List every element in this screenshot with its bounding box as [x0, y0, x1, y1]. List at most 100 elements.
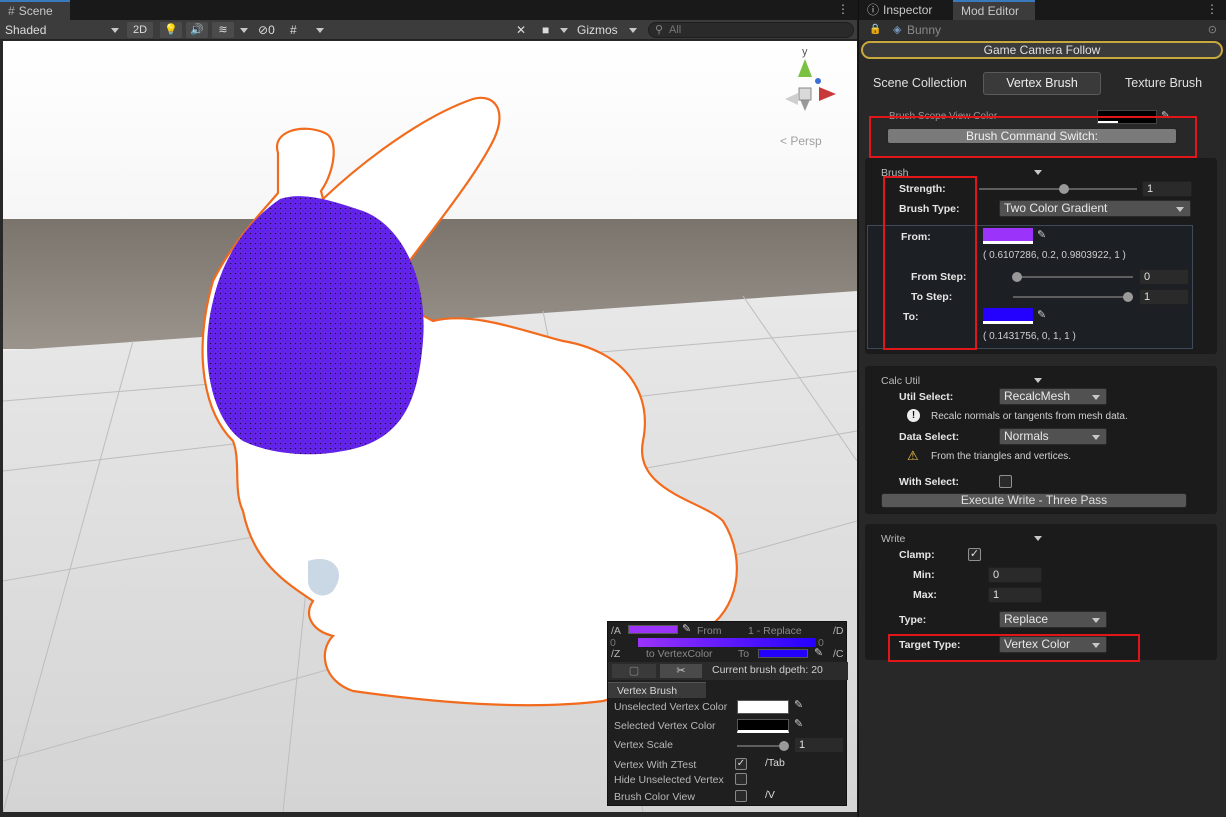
speaker-icon: 🔊 — [190, 24, 204, 36]
hidden-objects-toggle[interactable]: ⊘0 — [258, 22, 286, 38]
eyedropper-icon[interactable]: ✎ — [814, 646, 823, 659]
from-label: From — [697, 625, 722, 637]
chevron-down-icon — [1176, 207, 1184, 212]
unselected-color-swatch[interactable] — [737, 700, 789, 714]
target-icon[interactable]: ⊙ — [1208, 23, 1217, 36]
wrench-icon: ✕ — [516, 23, 527, 37]
lock-icon[interactable]: ▢ — [612, 664, 656, 678]
game-camera-follow-button[interactable]: Game Camera Follow — [861, 41, 1223, 59]
tab-scene-collection[interactable]: Scene Collection — [873, 76, 967, 90]
from-step-knob[interactable] — [1012, 272, 1022, 282]
chevron-down-icon[interactable] — [1034, 536, 1042, 541]
min-field[interactable]: 0 — [988, 567, 1042, 583]
data-select-dropdown[interactable]: Normals — [999, 428, 1107, 445]
shortcut-d-label: /D — [833, 625, 844, 637]
vertex-scale-field[interactable]: 1 — [794, 737, 844, 753]
vertex-brush-overlay: /A ✎ From 1 - Replace /D 0 0 /Z to Verte… — [607, 621, 848, 806]
to-step-slider[interactable] — [1013, 296, 1133, 298]
eyedropper-icon[interactable]: ✎ — [794, 717, 803, 730]
info-icon: ! — [907, 409, 920, 422]
util-select-label: Util Select: — [899, 391, 954, 403]
replace-mode-label: 1 - Replace — [748, 625, 802, 637]
vertex-scale-label: Vertex Scale — [614, 739, 673, 751]
to-step-knob[interactable] — [1123, 292, 1133, 302]
shading-mode-dropdown[interactable]: Shaded — [5, 22, 120, 38]
util-select-dropdown[interactable]: RecalcMesh — [999, 388, 1107, 405]
util-info-text: Recalc normals or tangents from mesh dat… — [931, 411, 1128, 422]
object-name: Bunny — [907, 23, 942, 37]
from-step-field[interactable]: 0 — [1139, 269, 1189, 285]
strength-slider[interactable] — [979, 188, 1137, 190]
toggle-2d-button[interactable]: 2D — [127, 22, 153, 38]
grid-snap-toggle[interactable]: # — [290, 22, 310, 38]
eyedropper-icon[interactable]: ✎ — [1037, 228, 1046, 241]
inspector-panel: ⓘ Inspector Mod Editor ⋮ 🔒 ◈ Bunny ⊙ Game… — [858, 0, 1226, 817]
tab-overlay-vertex-brush[interactable]: Vertex Brush — [608, 682, 706, 698]
ztest-shortcut-label: /Tab — [765, 757, 785, 769]
chevron-down-icon — [1092, 435, 1100, 440]
chevron-down-icon[interactable] — [1034, 170, 1042, 175]
chevron-down-icon — [1092, 618, 1100, 623]
shortcut-c-label: /C — [833, 648, 844, 660]
gizmo-axis-y-label: y — [802, 46, 808, 58]
min-label: Min: — [913, 569, 935, 581]
chevron-down-icon — [1092, 395, 1100, 400]
camera-icon: ■ — [542, 23, 550, 37]
lighting-toggle[interactable]: 💡 — [160, 22, 182, 38]
type-label: Type: — [899, 614, 927, 626]
strength-field[interactable]: 1 — [1142, 181, 1192, 197]
calc-util-section: Calc Util Util Select: RecalcMesh ! Reca… — [865, 366, 1217, 514]
tools-button[interactable]: ✕ — [516, 22, 534, 38]
execute-write-button[interactable]: Execute Write - Three Pass — [881, 493, 1187, 508]
grid-icon: # — [290, 23, 297, 37]
chevron-down-icon — [316, 28, 324, 33]
eyedropper-icon[interactable]: ✎ — [1037, 308, 1046, 321]
with-select-checkbox[interactable] — [999, 475, 1012, 488]
strength-slider-knob[interactable] — [1059, 184, 1069, 194]
brush-toggle-icon[interactable]: ✂ — [660, 664, 702, 678]
ztest-checkbox[interactable]: ✓ — [735, 758, 747, 770]
grid-dropdown[interactable] — [312, 22, 328, 38]
tab-texture-brush[interactable]: Texture Brush — [1125, 76, 1202, 90]
to-color-field[interactable] — [983, 308, 1033, 324]
to-step-field[interactable]: 1 — [1139, 289, 1189, 305]
from-color-swatch[interactable] — [628, 625, 678, 634]
selected-color-swatch[interactable] — [737, 719, 789, 733]
chevron-down-icon[interactable] — [1034, 378, 1042, 383]
effects-toggle[interactable]: ≋ — [212, 22, 234, 38]
tab-scene[interactable]: # Scene — [0, 0, 70, 20]
from-step-slider[interactable] — [1013, 276, 1133, 278]
scene-search-input[interactable]: ⚲ All — [648, 22, 854, 38]
inspector-menu-icon[interactable]: ⋮ — [1206, 2, 1218, 16]
hide-unselected-label: Hide Unselected Vertex — [614, 774, 724, 786]
to-color-swatch[interactable] — [758, 649, 808, 658]
ztest-label: Vertex With ZTest — [614, 759, 697, 771]
effects-dropdown[interactable] — [236, 22, 252, 38]
max-field[interactable]: 1 — [988, 587, 1042, 603]
scene-toolbar: Shaded 2D 💡 🔊 ≋ ⊘0 # ✕ ■ Gizmos ⚲ All — [0, 20, 857, 40]
gradient-preview-bar — [638, 638, 816, 647]
clamp-checkbox[interactable]: ✓ — [968, 548, 981, 561]
gizmos-dropdown[interactable]: Gizmos — [577, 22, 641, 38]
scene-menu-icon[interactable]: ⋮ — [837, 2, 849, 16]
tab-vertex-brush[interactable]: Vertex Brush — [983, 72, 1101, 95]
lock-icon[interactable]: 🔒 — [869, 24, 881, 35]
to-label: To — [738, 648, 750, 660]
projection-label[interactable]: < Persp — [780, 134, 822, 148]
tab-inspector[interactable]: ⓘ Inspector — [859, 0, 951, 20]
eyedropper-icon[interactable]: ✎ — [794, 698, 803, 711]
vertex-scale-knob[interactable] — [779, 741, 789, 751]
brush-color-view-checkbox[interactable] — [735, 790, 747, 802]
eyedropper-icon[interactable]: ✎ — [682, 622, 691, 635]
camera-dropdown[interactable]: ■ — [542, 22, 570, 38]
hide-unselected-checkbox[interactable] — [735, 773, 747, 785]
from-rgba-value: ( 0.6107286, 0.2, 0.9803922, 1 ) — [983, 250, 1126, 261]
write-type-dropdown[interactable]: Replace — [999, 611, 1107, 628]
inspector-tab-bar: ⓘ Inspector Mod Editor ⋮ — [859, 0, 1226, 20]
write-header: Write — [881, 533, 906, 545]
audio-toggle[interactable]: 🔊 — [186, 22, 208, 38]
from-color-field[interactable] — [983, 228, 1033, 244]
highlight-box-command-switch — [869, 116, 1197, 158]
tab-mod-editor[interactable]: Mod Editor — [953, 0, 1035, 20]
brush-type-dropdown[interactable]: Two Color Gradient — [999, 200, 1191, 217]
